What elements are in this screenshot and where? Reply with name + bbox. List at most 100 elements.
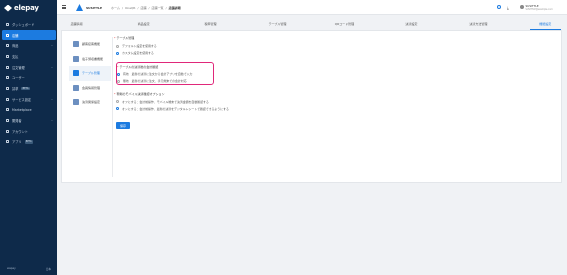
- app-logo[interactable]: elepay: [4, 4, 39, 12]
- user-menu[interactable]: SUSITTLE SUSITTLE@example.com: [520, 4, 553, 11]
- sidebar-item-label: 請求: [12, 86, 19, 91]
- sidebar-item[interactable]: 開発者 ⌄: [2, 115, 56, 126]
- radio-button[interactable]: [116, 44, 119, 48]
- store-name: SUSITTLE: [86, 5, 102, 10]
- radio-button[interactable]: [117, 79, 120, 83]
- sidebar-item[interactable]: 商品 ⌄: [2, 40, 56, 51]
- sidebar-item-label: Marketplace: [12, 107, 32, 112]
- sidebar-item[interactable]: 注文管理 ⌄: [2, 62, 56, 73]
- radio-table-default[interactable]: デフォルト設定を使用する: [116, 44, 157, 48]
- sidebar-item-label: アプリ: [12, 140, 22, 145]
- subnav-label: 電子領収書機能: [82, 56, 104, 61]
- sidebar-item[interactable]: Marketplace: [2, 105, 56, 116]
- subnav-item[interactable]: 会員情報管理: [69, 81, 111, 96]
- sidebar-item[interactable]: ユーザー: [2, 72, 56, 83]
- download-icon[interactable]: ⤓: [507, 5, 509, 10]
- help-icon[interactable]: [497, 5, 501, 9]
- logo-mark-icon: [4, 4, 12, 12]
- dashboard-icon: [6, 22, 9, 26]
- radio-button[interactable]: [116, 100, 119, 103]
- sidebar-item-label: 注文管理: [12, 65, 25, 70]
- sidebar-item-label: 開発者: [12, 119, 22, 124]
- sidebar-item[interactable]: アプリ BETA: [2, 137, 56, 148]
- sidebar-item-label: サービス設定: [12, 97, 32, 102]
- avatar: [520, 4, 524, 9]
- breadcrumb-current: 店舗詳細: [168, 5, 181, 10]
- section-title-order-status: * テーブルの決済後の会計確認: [117, 64, 159, 69]
- radio-order-disabled[interactable]: 無効 最新の決済に注文、手元端末での会計対応: [117, 79, 187, 83]
- tab[interactable]: 機能設定: [529, 20, 561, 30]
- feature-icon: [73, 41, 79, 48]
- service-icon: [6, 97, 9, 101]
- sidebar-item[interactable]: サービス設定 ⌄: [2, 94, 56, 105]
- subnav-label: 顧客接客機能: [82, 42, 101, 47]
- feature-icon: [73, 55, 79, 62]
- language-switch[interactable]: 日本: [46, 267, 51, 271]
- section-title-mobile-mode: * 現場のモバイル決済確認オプション: [114, 92, 165, 96]
- topbar: SUSITTLE ホーム / OneQR / 店舗 / 店舗一覧 / 店舗詳細 ⤓ SU…: [57, 0, 567, 15]
- chevron-down-icon: ⌄: [50, 65, 53, 69]
- subnav-label: テーブル管理: [82, 71, 100, 76]
- user-icon: [6, 76, 9, 80]
- save-button[interactable]: 保存: [116, 122, 130, 129]
- sidebar-item[interactable]: アカウント: [2, 126, 56, 137]
- marketplace-icon: [6, 108, 9, 112]
- tab[interactable]: テーブル管理: [262, 20, 293, 30]
- chevron-down-icon: ⌄: [50, 119, 53, 123]
- breadcrumb-sep: /: [165, 5, 167, 10]
- tab[interactable]: 店舗情報: [61, 20, 92, 30]
- sidebar-item[interactable]: 請求 BETA: [2, 83, 56, 94]
- tab[interactable]: 商品設定: [128, 20, 159, 30]
- subnav-item[interactable]: 電子領収書機能: [69, 52, 111, 67]
- beta-badge: BETA: [24, 140, 33, 144]
- subnav-item[interactable]: 顧客接客機能: [69, 37, 111, 52]
- feature-icon: [73, 84, 79, 91]
- radio-mobile-on[interactable]: オンにする：会計前操作、最新の決済をデジタルレシートで確認できるようにする: [116, 107, 229, 111]
- subnav-label: 決済関係設定: [82, 100, 101, 105]
- divider: [112, 37, 113, 177]
- tab[interactable]: 決済設定: [396, 20, 427, 30]
- feature-icon: [73, 70, 79, 77]
- sidebar-footer: elepay 日本: [7, 267, 51, 271]
- breadcrumb-item[interactable]: 店舗一覧: [152, 6, 164, 10]
- sidebar-item-label: ユーザー: [12, 76, 25, 81]
- product-icon: [6, 44, 9, 48]
- radio-table-custom[interactable]: カスタム設定を使用する: [116, 51, 154, 55]
- chevron-down-icon: ⌄: [50, 97, 53, 101]
- radio-button[interactable]: [117, 72, 120, 76]
- radio-button[interactable]: [116, 107, 119, 110]
- footer-brand: elepay: [7, 267, 16, 270]
- sidebar-item[interactable]: 店舗: [2, 29, 56, 41]
- app-icon: [6, 140, 9, 144]
- breadcrumb-item[interactable]: ホーム: [111, 6, 120, 10]
- sidebar: elepay ダッシュボード 店舗 商品 ⌄ 支払 注文管理 ⌄ ユーザー 請求 BETA サービス…: [0, 0, 57, 275]
- tab[interactable]: QRコード管理: [329, 20, 360, 30]
- breadcrumb-sep: /: [137, 5, 139, 10]
- order-icon: [6, 65, 9, 69]
- breadcrumb-item[interactable]: 店舗: [141, 6, 147, 10]
- subnav-item[interactable]: 決済関係設定: [69, 95, 111, 110]
- tab[interactable]: 税率管理: [195, 20, 226, 30]
- breadcrumb: ホーム / OneQR / 店舗 / 店舗一覧 / 店舗詳細: [111, 6, 181, 10]
- radio-mobile-off[interactable]: オフにする：会計前操作、モバイル端末で決済金額を自動確認する: [116, 100, 209, 104]
- sidebar-item[interactable]: 支払: [2, 51, 56, 62]
- breadcrumb-sep: /: [121, 5, 123, 10]
- sidebar-item-label: 支払: [12, 54, 19, 59]
- menu-icon[interactable]: [62, 5, 66, 9]
- radio-button[interactable]: [116, 51, 119, 55]
- chevron-down-icon: ⌄: [50, 44, 53, 48]
- sidebar-item-label: アカウント: [12, 129, 28, 134]
- subnav-label: 会員情報管理: [82, 85, 101, 90]
- logo-text: elepay: [14, 4, 39, 12]
- radio-order-enabled[interactable]: 有効 最新の決済に注文から会計アプリを自動で入力: [117, 72, 192, 76]
- sidebar-item[interactable]: ダッシュボード: [2, 19, 56, 30]
- user-email: SUSITTLE@example.com: [525, 7, 553, 11]
- developer-icon: [6, 119, 9, 123]
- sidebar-item-label: 店舗: [12, 33, 19, 38]
- subnav-item[interactable]: テーブル管理: [69, 66, 111, 81]
- breadcrumb-item[interactable]: OneQR: [125, 6, 136, 10]
- sidebar-nav: ダッシュボード 店舗 商品 ⌄ 支払 注文管理 ⌄ ユーザー 請求 BETA サービス設定 ⌄ Mark…: [2, 19, 56, 147]
- sidebar-item-label: 商品: [12, 44, 19, 49]
- tab[interactable]: 決済方法管理: [463, 20, 494, 30]
- section-title-table-mgmt: * テーブル管理: [114, 36, 135, 40]
